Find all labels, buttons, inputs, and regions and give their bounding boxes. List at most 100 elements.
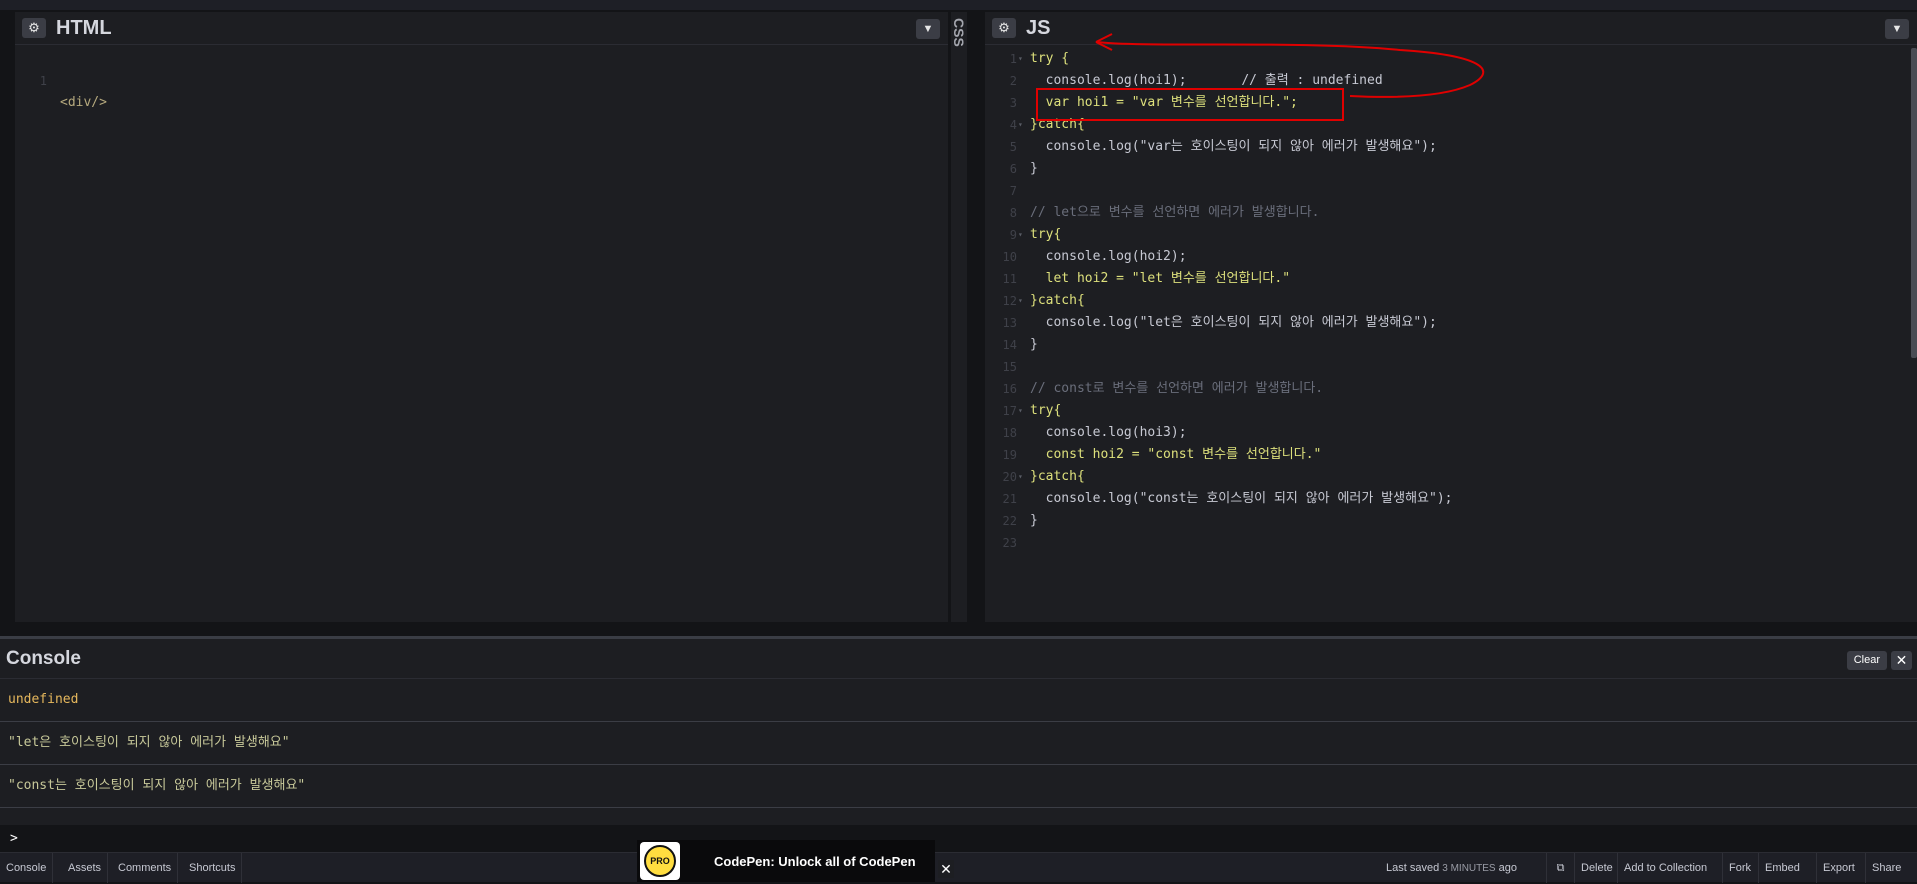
code-text: }catch{	[1030, 469, 1085, 484]
css-panel-title: CSS	[951, 18, 967, 47]
code-text: console.log("var는 호이스팅이 되지 않아 에러가 발생해요")…	[1030, 139, 1437, 154]
code-line: 20 ▾ }catch{	[985, 466, 1917, 488]
js-panel-title: JS	[1026, 16, 1051, 39]
line-number: 21	[1002, 492, 1017, 506]
code-line: 7	[985, 180, 1917, 202]
console-title: Console	[6, 648, 81, 669]
js-collapse-button[interactable]: ▼	[1885, 19, 1909, 39]
code-text: // const로 변수를 선언하면 에러가 발생합니다.	[1030, 381, 1324, 396]
console-header: Console Clear ✕	[0, 639, 1917, 679]
code-line: 15	[985, 356, 1917, 378]
pro-badge: PRO	[640, 842, 680, 880]
code-line: 8 // let으로 변수를 선언하면 에러가 발생합니다.	[985, 202, 1917, 224]
line-number: 23	[1002, 536, 1017, 550]
embed-button[interactable]: Embed	[1758, 853, 1806, 883]
html-settings-button[interactable]: ⚙	[22, 18, 46, 38]
html-panel-header: ⚙ HTML ▼	[15, 12, 948, 45]
line-number: 12	[1002, 294, 1017, 308]
code-text: console.log(hoi3);	[1030, 425, 1187, 440]
code-text: console.log("let은 호이스팅이 되지 않아 에러가 발생해요")…	[1030, 315, 1437, 330]
line-number: 8	[1009, 206, 1017, 220]
code-text: try{	[1030, 403, 1062, 418]
line-number: 22	[1002, 514, 1017, 528]
console-toggle-button[interactable]: Console	[0, 853, 54, 883]
line-number: 2	[1009, 74, 1017, 88]
line-number: 6	[1009, 162, 1017, 176]
line-number: 4	[1009, 118, 1017, 132]
fold-toggle-icon[interactable]: ▾	[1018, 290, 1023, 312]
bottom-bar: Console Assets Comments Shortcuts Last s…	[0, 852, 1917, 883]
console-close-button[interactable]: ✕	[1891, 651, 1912, 670]
html-panel-title: HTML	[56, 16, 112, 39]
console-entry: undefined	[0, 679, 1917, 722]
code-line: 19 const hoi2 = "const 변수를 선언합니다."	[985, 444, 1917, 466]
fold-toggle-icon[interactable]: ▾	[1018, 466, 1023, 488]
console-prompt: >	[10, 831, 18, 846]
share-button[interactable]: Share	[1865, 853, 1907, 883]
css-editor-collapsed[interactable]: CSS	[951, 12, 967, 622]
code-line: 21 console.log("const는 호이스팅이 되지 않아 에러가 발…	[985, 488, 1917, 510]
js-settings-button[interactable]: ⚙	[992, 18, 1016, 38]
line-number: 17	[1002, 404, 1017, 418]
assets-button[interactable]: Assets	[62, 853, 109, 883]
code-line: 18 console.log(hoi3);	[985, 422, 1917, 444]
line-number: 5	[1009, 140, 1017, 154]
code-text: console.log(hoi2);	[1030, 249, 1187, 264]
export-button[interactable]: Export	[1816, 853, 1861, 883]
add-to-collection-button[interactable]: Add to Collection	[1617, 853, 1713, 883]
console-input[interactable]: >	[0, 825, 1917, 855]
top-bar	[0, 0, 1917, 10]
code-line: 1 <div/>	[15, 48, 948, 110]
line-number: 20	[1002, 470, 1017, 484]
fold-toggle-icon[interactable]: ▾	[1018, 114, 1023, 136]
gear-icon: ⚙	[28, 20, 40, 35]
panel-divider[interactable]	[969, 12, 984, 622]
code-text: try {	[1030, 51, 1070, 66]
js-panel-header: ⚙ JS ▼	[985, 12, 1917, 45]
shortcuts-button[interactable]: Shortcuts	[183, 853, 243, 883]
console-entry: "const는 호이스팅이 되지 않아 에러가 발생해요"	[0, 765, 1917, 808]
js-code-editor[interactable]: 1 ▾ try {2 console.log(hoi1); // 출력 : unde…	[985, 48, 1917, 622]
code-line: 17 ▾ try{	[985, 400, 1917, 422]
code-line: 5 console.log("var는 호이스팅이 되지 않아 에러가 발생해요…	[985, 136, 1917, 158]
gear-icon: ⚙	[998, 20, 1010, 35]
fork-button[interactable]: Fork	[1722, 853, 1757, 883]
line-number: 7	[1009, 184, 1017, 198]
last-saved-label: Last saved	[1386, 862, 1440, 874]
pro-logo-icon: PRO	[644, 845, 676, 877]
code-line: 14}	[985, 334, 1917, 356]
code-line: 16 // const로 변수를 선언하면 에러가 발생합니다.	[985, 378, 1917, 400]
html-code-editor[interactable]: 1 <div/>	[15, 48, 948, 622]
last-saved-suffix: ago	[1498, 862, 1518, 874]
console-entry: "let은 호이스팅이 되지 않아 에러가 발생해요"	[0, 722, 1917, 765]
code-line: 12 ▾}catch{	[985, 290, 1917, 312]
code-text: }	[1030, 513, 1038, 528]
chevron-down-icon: ▼	[1891, 23, 1903, 35]
fold-toggle-icon[interactable]: ▾	[1018, 48, 1023, 70]
code-text: console.log("const는 호이스팅이 되지 않아 에러가 발생해요…	[1030, 491, 1453, 506]
code-text: <div/>	[60, 95, 107, 110]
last-saved-time: 3 MINUTES	[1442, 863, 1496, 874]
open-new-window-button[interactable]: ⧉	[1546, 853, 1574, 883]
comments-button[interactable]: Comments	[112, 853, 179, 883]
line-number: 19	[1002, 448, 1017, 462]
delete-button[interactable]: Delete	[1574, 853, 1619, 883]
pro-badge-text: PRO	[650, 856, 670, 866]
code-text: }	[1030, 337, 1038, 352]
code-line: 23	[985, 532, 1917, 554]
fold-toggle-icon[interactable]: ▾	[1018, 224, 1023, 246]
line-number: 14	[1002, 338, 1017, 352]
pro-promo-banner[interactable]: PRO CodePen: Unlock all of CodePen	[637, 840, 935, 882]
js-scrollbar[interactable]	[1911, 48, 1917, 358]
external-link-icon: ⧉	[1556, 862, 1565, 874]
line-number: 15	[1002, 360, 1017, 374]
fold-toggle-icon[interactable]: ▾	[1018, 400, 1023, 422]
code-line: 1 ▾ try {	[985, 48, 1917, 70]
html-editor-panel: ⚙ HTML ▼ 1 <div/>	[15, 12, 948, 622]
html-collapse-button[interactable]: ▼	[916, 19, 940, 39]
line-number: 11	[1002, 272, 1017, 286]
console-clear-button[interactable]: Clear	[1846, 651, 1887, 670]
promo-close-button[interactable]: ✕	[938, 860, 954, 878]
promo-text: CodePen: Unlock all of CodePen	[714, 853, 916, 869]
code-line: 22}	[985, 510, 1917, 532]
